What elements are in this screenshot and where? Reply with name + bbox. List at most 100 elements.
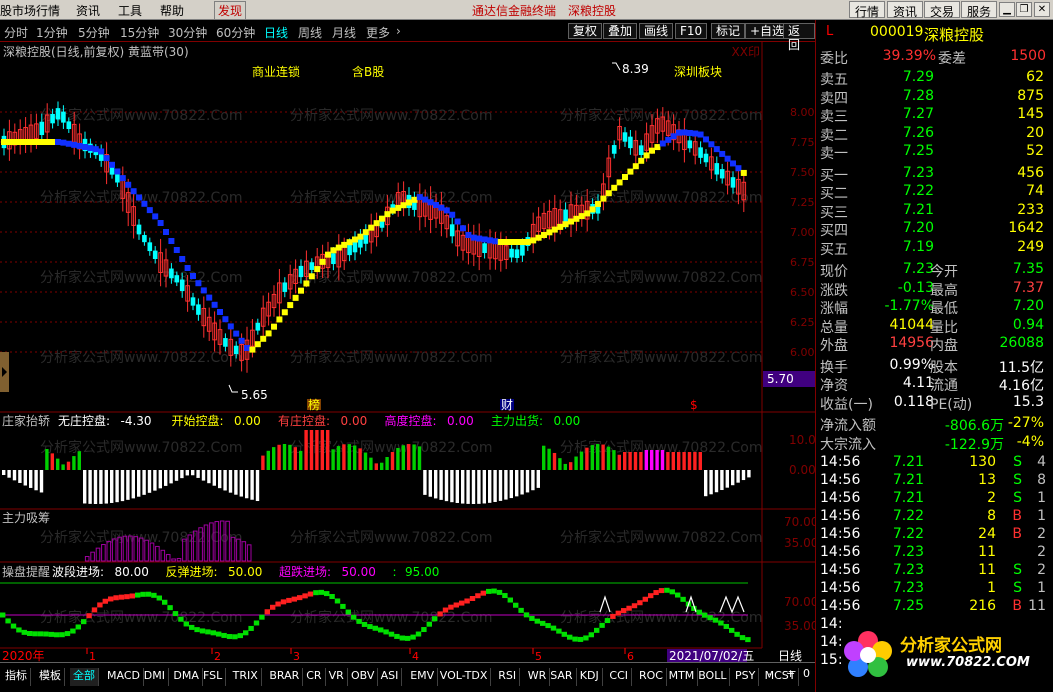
close-icon[interactable]: ✕ — [1034, 2, 1050, 17]
menu-market[interactable]: 股市场行情 — [0, 2, 60, 19]
tab-obv[interactable]: OBV — [348, 668, 379, 686]
cptx-step — [642, 596, 648, 602]
cptx-step — [453, 602, 459, 608]
zoom-in-button[interactable]: + — [786, 667, 795, 680]
band-block — [578, 213, 585, 220]
order-price: 7.21 — [902, 201, 934, 218]
tab-dmi[interactable]: DMI — [141, 668, 170, 686]
band-block — [416, 194, 423, 201]
tab-trix[interactable]: TRIX — [230, 668, 262, 686]
band-block — [433, 202, 439, 208]
period-daily[interactable]: 日线 — [264, 24, 288, 41]
cptx-step — [313, 590, 319, 596]
cptx-step — [664, 587, 670, 593]
btn-mark[interactable]: 标记 — [711, 23, 746, 39]
cptx-step — [37, 631, 44, 637]
zjtq-tick-1: 0.00 — [789, 463, 815, 477]
btn-fuquan[interactable]: 复权 — [568, 23, 603, 39]
zjtq-bar — [158, 470, 162, 489]
band-block — [557, 223, 564, 230]
tick-time: 14:56 — [820, 598, 861, 614]
tab-rsi[interactable]: RSI — [495, 668, 521, 686]
band-block — [713, 146, 720, 153]
cptx-step — [621, 608, 627, 614]
btn-draw[interactable]: 画线 — [639, 23, 674, 39]
left-scroll-handle — [0, 352, 9, 392]
tab-psy[interactable]: PSY — [732, 668, 760, 686]
tab-dma[interactable]: DMA — [170, 668, 203, 686]
zjtq-bar — [439, 470, 443, 500]
menu-tools[interactable]: 工具 — [118, 2, 142, 19]
chart-area[interactable]: 分析家公式网www.70822.Com 分析家公式网www.70822.Com 分析… — [0, 42, 815, 662]
btn-service[interactable]: 服务 — [961, 1, 998, 19]
band-block — [735, 165, 742, 172]
annotation-region: 深圳板块 — [674, 65, 722, 79]
zjtq-bar — [50, 453, 54, 470]
cptx-step — [156, 595, 162, 601]
period-1min[interactable]: 1分钟 — [36, 24, 68, 41]
period-15min[interactable]: 15分钟 — [120, 24, 159, 41]
tab-sar[interactable]: SAR — [547, 668, 577, 686]
tab-fsl[interactable]: FSL — [200, 668, 227, 686]
tab-vol-tdx[interactable]: VOL-TDX — [437, 668, 492, 686]
tab-asi[interactable]: ASI — [378, 668, 403, 686]
period-5min[interactable]: 5分钟 — [78, 24, 110, 41]
zjtq-bar — [569, 462, 573, 470]
band-block — [530, 237, 537, 244]
cptx-step — [415, 631, 422, 637]
weibi-label: 委比 — [820, 51, 848, 67]
period-more[interactable]: 更多 — [366, 24, 390, 41]
cptx-step — [91, 607, 98, 613]
period-weekly[interactable]: 周线 — [298, 24, 322, 41]
tab-指标[interactable]: 指标 — [2, 668, 31, 686]
zjtq-bar — [417, 446, 422, 470]
tab-roc[interactable]: ROC — [636, 668, 667, 686]
tab-全部[interactable]: 全部 — [70, 668, 99, 686]
stat-label: 股本 — [930, 359, 958, 376]
band-block — [632, 163, 639, 170]
zjtq-bar — [320, 430, 324, 470]
candle-body — [687, 140, 693, 149]
zoom-out-button[interactable]: - — [768, 667, 772, 680]
zjtq-bar — [558, 458, 562, 470]
chevron-right-icon[interactable]: › — [396, 24, 401, 38]
tab-cr[interactable]: CR — [303, 668, 326, 686]
tab-模板[interactable]: 模板 — [36, 668, 65, 686]
annotation-bshare: 含B股 — [352, 64, 384, 79]
period-fenshi[interactable]: 分时 — [4, 24, 28, 41]
tab-vr[interactable]: VR — [326, 668, 348, 686]
zoom-reset-button[interactable]: 0 — [803, 667, 810, 680]
order-label: 卖四 — [820, 90, 848, 107]
tick-volume: 2 — [987, 490, 996, 506]
order-label: 买五 — [820, 241, 848, 258]
bottom-period[interactable]: 日线 — [778, 647, 802, 664]
zjtq-bar — [612, 450, 616, 470]
tab-mtm[interactable]: MTM — [666, 668, 699, 686]
btn-overlay[interactable]: 叠加 — [603, 23, 638, 39]
tab-emv[interactable]: EMV — [407, 668, 439, 686]
btn-info[interactable]: 资讯 — [887, 1, 924, 19]
period-monthly[interactable]: 月线 — [332, 24, 356, 41]
menu-help[interactable]: 帮助 — [160, 2, 184, 19]
zjtq-bar — [552, 452, 557, 470]
price-tick: 7.75 — [790, 136, 815, 149]
btn-back[interactable]: 返回 — [783, 23, 815, 52]
tab-kdj[interactable]: KDJ — [577, 668, 603, 686]
tab-boll[interactable]: BOLL — [695, 668, 731, 686]
period-60min[interactable]: 60分钟 — [216, 24, 255, 41]
tab-cci[interactable]: CCI — [606, 668, 632, 686]
minimize-icon[interactable]: ▁ — [999, 2, 1015, 17]
btn-trade[interactable]: 交易 — [924, 1, 961, 19]
zjtq-bar — [363, 452, 368, 470]
tab-brar[interactable]: BRAR — [266, 668, 304, 686]
tab-macd[interactable]: MACD — [104, 668, 144, 686]
band-block — [665, 136, 672, 143]
btn-quotes[interactable]: 行情 — [849, 1, 886, 19]
menu-discover[interactable]: 发现 — [214, 1, 247, 20]
cptx-step — [291, 596, 297, 602]
restore-icon[interactable]: ❐ — [1016, 2, 1032, 17]
period-30min[interactable]: 30分钟 — [168, 24, 207, 41]
btn-f10[interactable]: F10 — [675, 23, 708, 39]
zjtq-bar — [137, 470, 141, 497]
menu-news[interactable]: 资讯 — [76, 2, 100, 19]
